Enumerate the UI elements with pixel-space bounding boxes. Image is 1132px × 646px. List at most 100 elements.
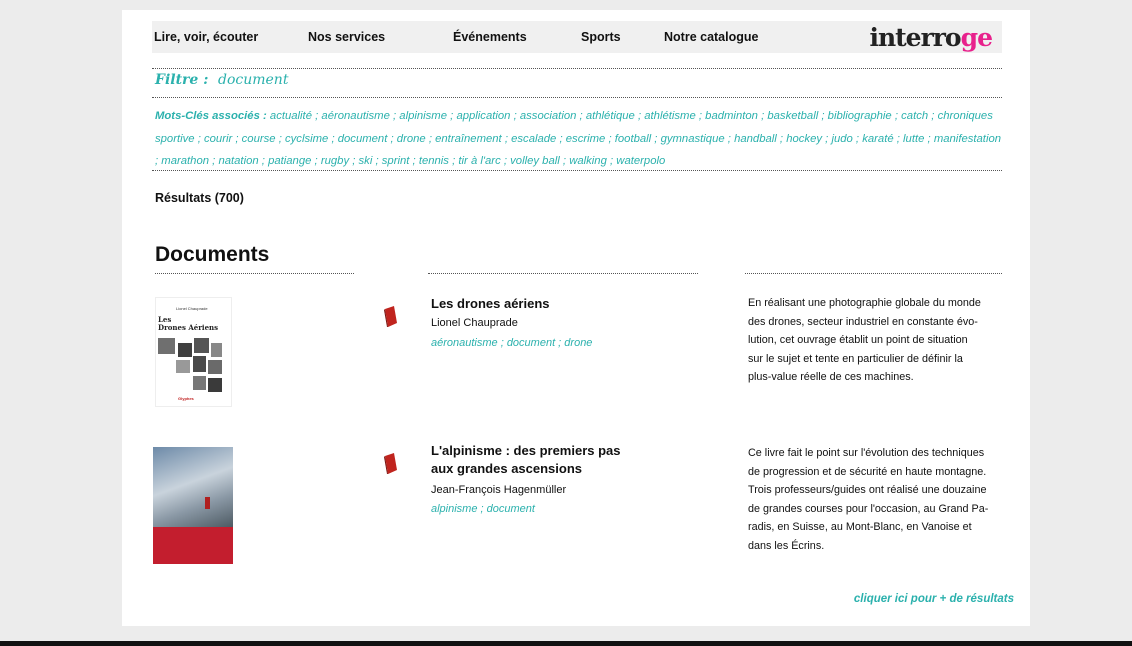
interroge-logo[interactable]: interroge <box>869 23 993 52</box>
title-line: Les drones aériens <box>431 296 550 311</box>
cover-photo <box>193 356 206 372</box>
results-count: Résultats (700) <box>155 191 244 205</box>
divider <box>152 68 1002 69</box>
book-icon <box>384 453 397 474</box>
book-cover-drones[interactable]: Lionel Chauprade Les Drones Aériens Glyp… <box>155 297 232 407</box>
nav-item-notre-catalogue[interactable]: Notre catalogue <box>664 30 758 44</box>
keyword-link[interactable]: rugby <box>321 155 349 167</box>
associated-keywords: Mots-Clés associés : actualité ; aéronau… <box>155 110 1002 167</box>
keyword-link[interactable]: athlétisme <box>644 110 696 122</box>
divider <box>152 170 1002 171</box>
keyword-link[interactable]: waterpolo <box>616 155 665 167</box>
cover-photo <box>178 343 192 357</box>
nav-item-sports[interactable]: Sports <box>581 30 621 44</box>
cover-climber <box>205 497 210 509</box>
description-line: dans les Écrins. <box>748 539 825 552</box>
keyword-link[interactable]: document <box>338 133 388 145</box>
document-description: Ce livre fait le point sur l'évolution d… <box>748 444 1010 556</box>
keyword-link[interactable]: basketball <box>767 110 818 122</box>
cover-photo <box>153 447 233 527</box>
description-line: radis, en Suisse, au Mont-Blanc, en Vano… <box>748 521 972 534</box>
description-line: lution, cet ouvrage établit un point de … <box>748 334 968 347</box>
document-title[interactable]: L'alpinisme : des premiers pas aux grand… <box>431 442 621 478</box>
cover-author: Lionel Chauprade <box>176 306 208 311</box>
cover-title: Les Drones Aériens <box>158 316 218 332</box>
keyword-link[interactable]: bibliographie <box>828 110 892 122</box>
cover-photo <box>194 338 209 353</box>
main-nav: Lire, voir, écouter Nos services Événeme… <box>152 21 1002 53</box>
keyword-link[interactable]: catch <box>901 110 928 122</box>
description-line: de grandes courses pour l'occasion, au G… <box>748 502 989 515</box>
book-cover-alpinisme[interactable] <box>153 447 233 564</box>
cover-title-line: Drones Aériens <box>158 323 219 332</box>
keyword-link[interactable]: sprint <box>382 155 410 167</box>
logo-text-accent: ge <box>960 23 993 52</box>
keyword-link[interactable]: escrime <box>566 133 606 145</box>
keyword-link[interactable]: escalade <box>511 133 556 145</box>
description-line: plus-value réelle de ces machines. <box>748 371 914 384</box>
description-line: des drones, secteur industriel en consta… <box>748 315 978 328</box>
divider <box>428 273 698 274</box>
description-line: En réalisant une photographie globale du… <box>748 297 981 309</box>
keyword-link[interactable]: association <box>520 110 577 122</box>
keyword-link[interactable]: football <box>615 133 651 145</box>
page-content: Lire, voir, écouter Nos services Événeme… <box>122 10 1030 626</box>
keywords-label: Mots-Clés associés : <box>155 110 267 122</box>
title-line: aux grandes ascensions <box>431 461 583 476</box>
keyword-link[interactable]: patiange <box>268 155 311 167</box>
keyword-link[interactable]: walking <box>569 155 607 167</box>
keyword-link[interactable]: manifestation <box>934 133 1001 145</box>
keyword-link[interactable]: gymnastique <box>661 133 725 145</box>
description-line: de progression et de sécurité en haute m… <box>748 465 987 478</box>
keyword-link[interactable]: courir <box>204 133 232 145</box>
nav-item-lire-voir-ecouter[interactable]: Lire, voir, écouter <box>154 30 258 44</box>
book-icon <box>384 306 397 327</box>
keyword-link[interactable]: actualité <box>270 110 312 122</box>
cover-band <box>153 527 233 564</box>
keyword-link[interactable]: aéronautisme <box>321 110 389 122</box>
cover-photo <box>193 376 206 390</box>
keyword-link[interactable]: tir à l'arc <box>458 155 500 167</box>
keyword-link[interactable]: course <box>242 133 276 145</box>
keyword-link[interactable]: drone <box>397 133 426 145</box>
cover-photo <box>176 360 190 373</box>
document-title[interactable]: Les drones aériens <box>431 295 550 313</box>
document-tags[interactable]: aéronautisme ; document ; drone <box>431 337 592 349</box>
keyword-link[interactable]: marathon <box>161 155 209 167</box>
keyword-link[interactable]: volley ball <box>510 155 560 167</box>
description-line: Trois professeurs/guides ont réalisé une… <box>748 484 987 497</box>
keyword-link[interactable]: athlétique <box>586 110 635 122</box>
cover-photo <box>208 360 222 374</box>
nav-item-nos-services[interactable]: Nos services <box>308 30 385 44</box>
filter-label: Filtre : <box>155 72 209 88</box>
filter-value: document <box>218 72 289 88</box>
document-author: Jean-François Hagenmüller <box>431 484 567 496</box>
keyword-link[interactable]: alpinisme <box>399 110 447 122</box>
keyword-link[interactable]: entraînement <box>435 133 502 145</box>
keyword-link[interactable]: handball <box>734 133 777 145</box>
cover-publisher: Glyphes <box>178 396 194 401</box>
keyword-link[interactable]: natation <box>218 155 258 167</box>
document-tags[interactable]: alpinisme ; document <box>431 503 535 515</box>
cover-photo <box>211 343 222 357</box>
keyword-link[interactable]: hockey <box>786 133 822 145</box>
title-line: L'alpinisme : des premiers pas <box>431 443 621 458</box>
section-title: Documents <box>155 243 270 266</box>
divider <box>745 273 1002 274</box>
keyword-link[interactable]: application <box>456 110 510 122</box>
keyword-link[interactable]: karaté <box>862 133 893 145</box>
divider <box>152 97 1002 98</box>
document-description: En réalisant une photographie globale du… <box>748 294 1010 387</box>
keyword-link[interactable]: tennis <box>419 155 449 167</box>
keyword-link[interactable]: judo <box>831 133 852 145</box>
keyword-link[interactable]: badminton <box>705 110 758 122</box>
logo-text-main: interro <box>869 23 961 52</box>
keyword-link[interactable]: ski <box>359 155 373 167</box>
keyword-link[interactable]: cyclsime <box>285 133 328 145</box>
cover-photo <box>158 338 175 354</box>
more-results-link[interactable]: cliquer ici pour + de résultats <box>854 593 1014 605</box>
keyword-link[interactable]: lutte <box>903 133 924 145</box>
document-author: Lionel Chauprade <box>431 317 518 329</box>
description-line: sur le sujet et tente en particulier de … <box>748 352 963 365</box>
nav-item-evenements[interactable]: Événements <box>453 30 527 44</box>
